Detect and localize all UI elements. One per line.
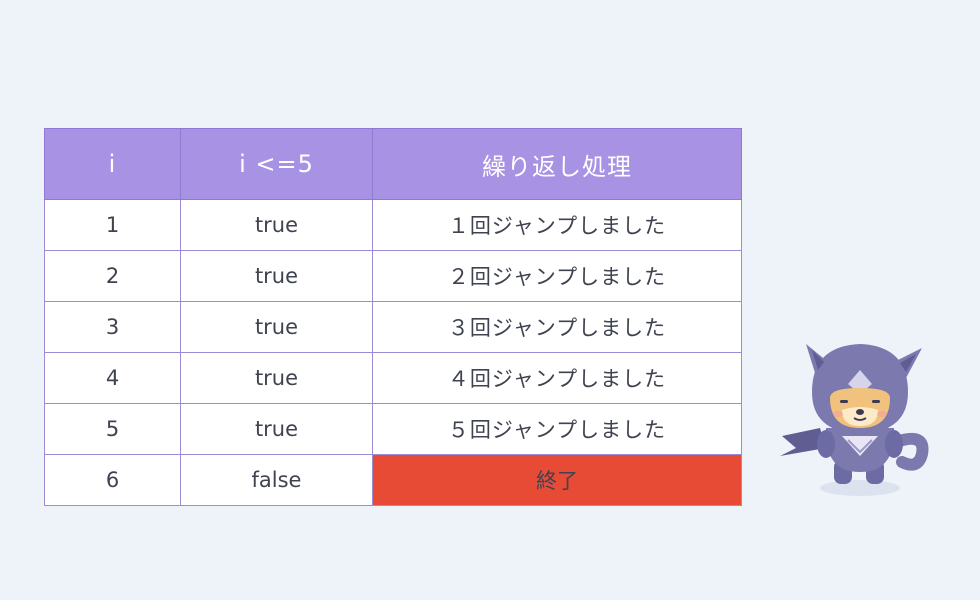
header-condition: i <=5 bbox=[180, 128, 373, 200]
cell-condition: true bbox=[180, 199, 373, 251]
table-row: 1 true １回ジャンプしました bbox=[44, 199, 742, 251]
header-row: i i <=5 繰り返し処理 bbox=[44, 128, 742, 200]
cell-end: 終了 bbox=[372, 454, 742, 506]
cell-i: 1 bbox=[44, 199, 181, 251]
cell-i: 3 bbox=[44, 301, 181, 353]
cell-result: １回ジャンプしました bbox=[372, 199, 742, 251]
cell-result: ３回ジャンプしました bbox=[372, 301, 742, 353]
cell-condition: true bbox=[180, 250, 373, 302]
cell-condition-false: false bbox=[180, 454, 373, 506]
cell-result: ２回ジャンプしました bbox=[372, 250, 742, 302]
cell-condition: true bbox=[180, 301, 373, 353]
loop-trace-table: i i <=5 繰り返し処理 1 true １回ジャンプしました 2 true … bbox=[44, 128, 742, 506]
cell-i: 4 bbox=[44, 352, 181, 404]
table-row: 5 true ５回ジャンプしました bbox=[44, 403, 742, 455]
ninja-dog-mascot-icon bbox=[780, 344, 929, 496]
header-i: i bbox=[44, 128, 181, 200]
table-row: 4 true ４回ジャンプしました bbox=[44, 352, 742, 404]
cell-result: ４回ジャンプしました bbox=[372, 352, 742, 404]
cell-i: 5 bbox=[44, 403, 181, 455]
table-row: 2 true ２回ジャンプしました bbox=[44, 250, 742, 302]
cell-i: 2 bbox=[44, 250, 181, 302]
cell-result: ５回ジャンプしました bbox=[372, 403, 742, 455]
cell-condition: true bbox=[180, 352, 373, 404]
table-row: 3 true ３回ジャンプしました bbox=[44, 301, 742, 353]
cell-condition: true bbox=[180, 403, 373, 455]
cell-i: 6 bbox=[44, 454, 181, 506]
header-loop-body: 繰り返し処理 bbox=[372, 128, 742, 200]
table-row-final: 6 false 終了 bbox=[44, 454, 742, 506]
